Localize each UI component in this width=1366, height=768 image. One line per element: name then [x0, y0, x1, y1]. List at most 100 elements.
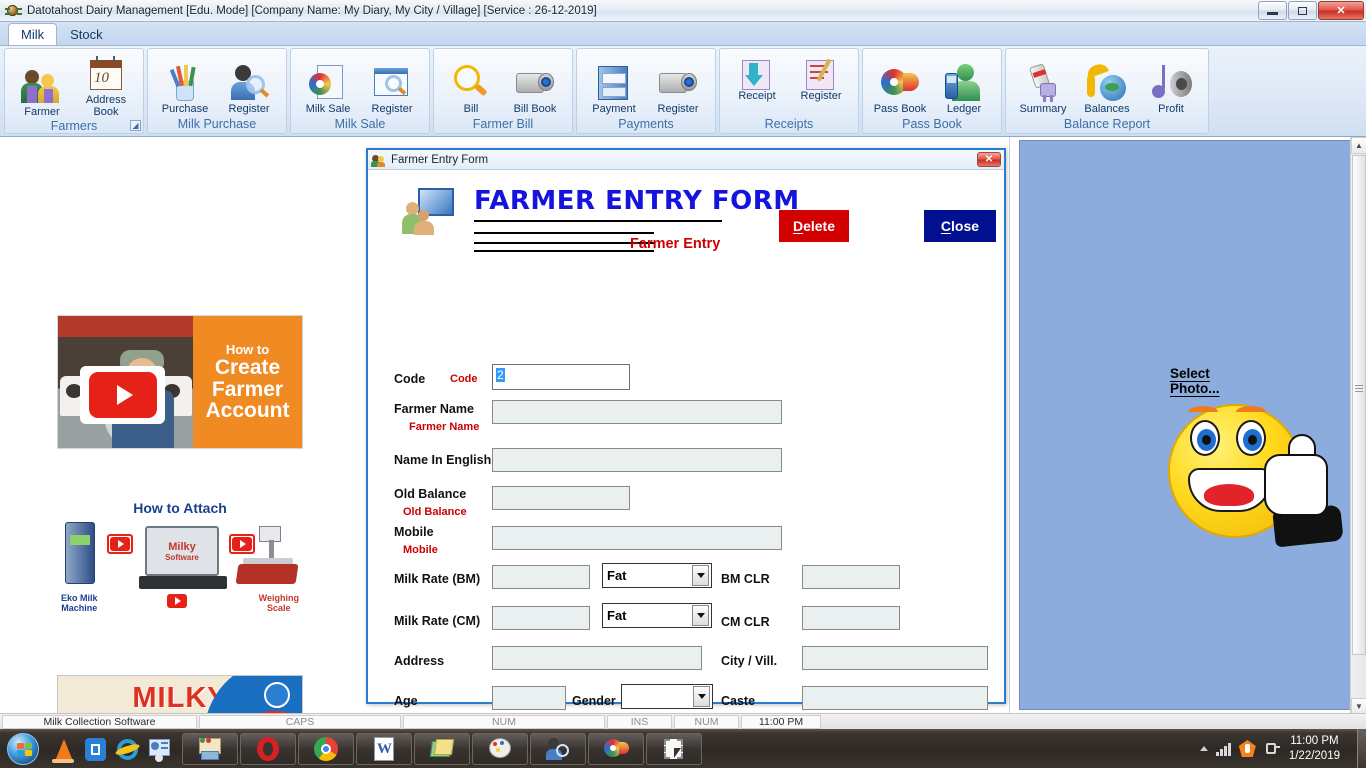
- mobile-input[interactable]: [492, 526, 782, 550]
- window-titlebar: Datotahost Dairy Management [Edu. Mode] …: [0, 0, 1366, 22]
- close-form-button[interactable]: Close: [924, 210, 996, 242]
- ribbon-button-payment-register[interactable]: Register: [647, 61, 709, 116]
- internet-explorer-icon[interactable]: [114, 735, 141, 763]
- camcorder-icon: [514, 63, 556, 103]
- ribbon-button-profit[interactable]: Profit: [1140, 61, 1202, 116]
- ribbon-button-farmer[interactable]: Farmer: [11, 64, 73, 119]
- ribbon-button-sale-register[interactable]: Register: [361, 61, 423, 116]
- network-bars-icon[interactable]: [1216, 742, 1231, 756]
- scroll-up-arrow-icon[interactable]: ▲: [1351, 137, 1366, 154]
- promo-how-to-attach[interactable]: How to Attach Milky Software Eko Milk Mac…: [57, 500, 303, 620]
- minimize-button[interactable]: [1258, 1, 1287, 20]
- taskbar-button-opera[interactable]: [240, 732, 296, 765]
- chevron-down-icon[interactable]: [692, 565, 709, 586]
- ribbon-button-payment[interactable]: Payment: [583, 61, 645, 116]
- ribbon-button-balances[interactable]: Balances: [1076, 61, 1138, 116]
- taskbar-button-folder[interactable]: [414, 732, 470, 765]
- milk-rate-bm-input[interactable]: [492, 565, 590, 589]
- avast-icon[interactable]: [1238, 740, 1256, 757]
- gender-select[interactable]: [621, 684, 713, 709]
- workspace-vertical-scrollbar[interactable]: ▲ ▼: [1350, 137, 1366, 715]
- film-document-icon: [307, 63, 349, 103]
- bm-clr-input[interactable]: [802, 565, 900, 589]
- file-cabinet-icon: [593, 63, 635, 103]
- ribbon-button-receipt-register[interactable]: Register: [790, 58, 852, 103]
- blue-square-icon[interactable]: [82, 735, 108, 763]
- ribbon-button-summary[interactable]: Summary: [1012, 61, 1074, 116]
- show-desktop-button[interactable]: [1357, 729, 1366, 768]
- taskbar-button-paint[interactable]: [472, 732, 528, 765]
- label-eko-milk-machine: Eko Milk Machine: [61, 593, 98, 613]
- opera-icon: [256, 736, 280, 761]
- youtube-play-icon[interactable]: [167, 594, 189, 610]
- milk-rate-cm-input[interactable]: [492, 606, 590, 630]
- ribbon-label: Register: [800, 90, 842, 102]
- ribbon-button-purchase[interactable]: Purchase: [154, 61, 216, 116]
- youtube-play-icon[interactable]: [80, 366, 165, 424]
- delete-button[interactable]: Delete: [779, 210, 849, 242]
- name-in-english-input[interactable]: [492, 448, 782, 472]
- youtube-play-icon[interactable]: [107, 534, 133, 554]
- app-bug-icon: [4, 3, 22, 19]
- taskbar-button-dairy-app[interactable]: [182, 732, 238, 765]
- window-title: Datotahost Dairy Management [Edu. Mode] …: [27, 4, 597, 17]
- dialog-close-icon[interactable]: ✕: [977, 152, 1001, 167]
- farmer-name-input[interactable]: [492, 400, 782, 424]
- age-input[interactable]: [492, 686, 566, 710]
- calendar-icon: 10: [85, 54, 127, 94]
- taskbar-button-word[interactable]: W: [356, 732, 412, 765]
- show-hidden-icons[interactable]: [1200, 746, 1209, 751]
- vlc-cone-icon[interactable]: [50, 735, 76, 763]
- promo-title: How to Attach: [133, 500, 227, 516]
- ribbon-button-ledger[interactable]: Ledger: [933, 61, 995, 116]
- chevron-down-icon[interactable]: [693, 686, 710, 707]
- taskbar-button-film[interactable]: [588, 732, 644, 765]
- smiley-thumbs-up-icon[interactable]: [1168, 386, 1348, 556]
- taskbar-button-snipping-tool[interactable]: [646, 732, 702, 765]
- ribbon-button-milk-sale[interactable]: Milk Sale: [297, 61, 359, 116]
- person-phone-icon: [943, 63, 985, 103]
- tab-stock[interactable]: Stock: [57, 23, 116, 45]
- taskbar-buttons: W: [182, 732, 702, 765]
- old-balance-input[interactable]: [492, 486, 630, 510]
- bm-mode-select[interactable]: Fat: [602, 563, 712, 588]
- ribbon-button-bill[interactable]: Bill: [440, 61, 502, 116]
- dialog-launcher-icon[interactable]: ◢: [130, 120, 141, 131]
- taskbar-clock[interactable]: 11:00 PM 1/22/2019: [1289, 734, 1340, 763]
- windows-start-orb[interactable]: [2, 732, 44, 766]
- scrollbar-thumb[interactable]: [1352, 155, 1366, 655]
- taskbar-button-chrome[interactable]: [298, 732, 354, 765]
- status-num-2: NUM: [674, 714, 739, 729]
- code-input[interactable]: 2: [492, 364, 630, 390]
- label-age: Age: [394, 694, 418, 708]
- ribbon-button-bill-book[interactable]: Bill Book: [504, 61, 566, 116]
- close-button[interactable]: ✕: [1318, 1, 1364, 20]
- cm-clr-input[interactable]: [802, 606, 900, 630]
- taskbar-button-register[interactable]: [530, 732, 586, 765]
- caste-input[interactable]: [802, 686, 988, 710]
- label-gender: Gender: [572, 694, 616, 708]
- city-vill-input[interactable]: [802, 646, 988, 670]
- folder-icon: [429, 738, 455, 760]
- cm-mode-select[interactable]: Fat: [602, 603, 712, 628]
- windows-taskbar: W 11:00 PM 1/22/2019: [0, 729, 1366, 768]
- status-num-1: NUM: [403, 714, 605, 729]
- ribbon-button-pass-book[interactable]: Pass Book: [869, 61, 931, 116]
- chevron-down-icon[interactable]: [692, 605, 709, 626]
- power-plug-icon[interactable]: [1264, 740, 1281, 757]
- farmer-entry-header-icon: [402, 188, 456, 238]
- ribbon-label: Bill Book: [513, 103, 557, 116]
- restore-button[interactable]: [1288, 1, 1317, 20]
- control-panel-icon[interactable]: [146, 735, 172, 763]
- ribbon-button-address-book[interactable]: 10 Address Book: [75, 52, 137, 118]
- ribbon-button-purchase-register[interactable]: Register: [218, 61, 280, 116]
- promo-create-farmer-account[interactable]: How to Create Farmer Account: [57, 315, 303, 449]
- ribbon-label: Balances: [1084, 103, 1130, 116]
- label-city-vill: City / Vill.: [721, 654, 778, 668]
- ribbon-group-receipts: Receipt Register Receipts: [719, 48, 859, 134]
- ribbon-button-receipt[interactable]: Receipt: [726, 58, 788, 103]
- address-input[interactable]: [492, 646, 702, 670]
- tab-milk[interactable]: Milk: [8, 23, 58, 45]
- code-input-value: 2: [496, 368, 505, 382]
- promo-line-2: Create: [214, 356, 281, 380]
